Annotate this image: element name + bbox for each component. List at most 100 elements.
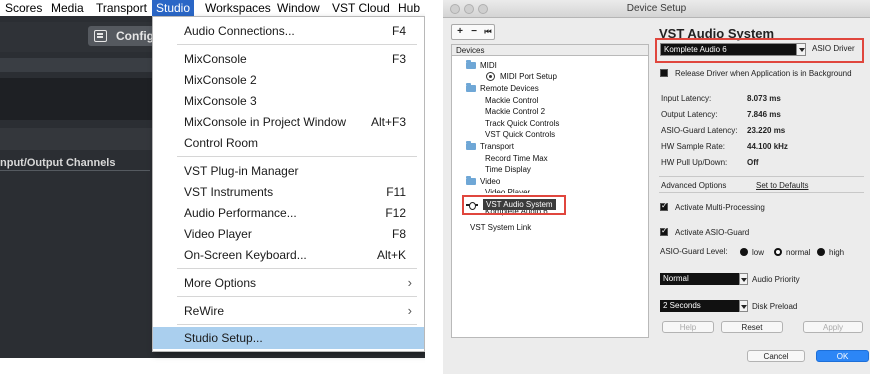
tree-item-midi-port-setup[interactable]: MIDI Port Setup	[486, 71, 557, 82]
tree-item-video-player[interactable]: Video Player	[485, 187, 530, 193]
tree-item-track-quick-controls[interactable]: Track Quick Controls	[485, 118, 559, 129]
tree-item-midi[interactable]: MIDI	[466, 60, 497, 71]
tree-item-vst-system-link[interactable]: VST System Link	[470, 222, 531, 233]
radio-normal[interactable]	[774, 248, 782, 256]
menu-item-shortcut: F12	[385, 206, 406, 220]
tree-item-mackie-control-2[interactable]: Mackie Control 2	[485, 106, 545, 117]
multi-processing-label: Activate Multi-Processing	[675, 203, 765, 212]
menu-scores[interactable]: Scores	[4, 0, 43, 16]
add-device-icon[interactable]: +	[453, 25, 467, 39]
tree-item-remote-devices[interactable]: Remote Devices	[466, 83, 539, 94]
radio-high[interactable]	[817, 248, 825, 256]
divider	[0, 170, 150, 171]
menu-item-label: More Options	[184, 276, 257, 290]
divider	[659, 192, 864, 193]
tree-item-mackie-control[interactable]: Mackie Control	[485, 95, 538, 106]
menu-studio[interactable]: Studio	[152, 0, 195, 16]
tab-advanced-options[interactable]: Advanced Options	[661, 181, 726, 190]
menu-transport[interactable]: Transport	[95, 0, 148, 16]
menu-item-audio-performance[interactable]: Audio Performance... F12	[153, 203, 424, 223]
release-driver-checkbox[interactable]	[660, 69, 668, 77]
submenu-arrow-icon: ›	[407, 303, 412, 318]
disk-preload-select[interactable]: 2 Seconds	[660, 300, 747, 312]
reset-button[interactable]: Reset	[721, 321, 783, 333]
menu-separator	[177, 296, 417, 297]
menu-item-label: ReWire	[184, 304, 225, 318]
audio-priority-select[interactable]: Normal	[660, 273, 747, 285]
chevron-down-icon[interactable]	[739, 273, 748, 285]
menu-hub[interactable]: Hub	[397, 0, 421, 16]
chevron-down-icon[interactable]	[739, 300, 748, 312]
menu-separator	[177, 324, 417, 325]
menu-item-rewire[interactable]: ReWire ›	[153, 301, 424, 321]
tree-item-label: MIDI Port Setup	[500, 72, 557, 81]
info-label: Input Latency:	[661, 94, 712, 103]
menu-bar: Scores Media Transport Studio Workspaces…	[0, 0, 425, 16]
remove-device-icon[interactable]: −	[467, 25, 481, 39]
asio-guard-checkbox[interactable]	[660, 226, 668, 236]
set-to-defaults-link[interactable]: Set to Defaults	[756, 181, 808, 190]
highlight-box	[655, 38, 864, 63]
info-label: HW Pull Up/Down:	[661, 158, 728, 167]
menu-item-mixconsole-2[interactable]: MixConsole 2	[153, 70, 424, 90]
menu-item-label: MixConsole in Project Window	[184, 115, 347, 129]
menu-item-shortcut: F4	[391, 24, 406, 38]
tree-item-time-display[interactable]: Time Display	[485, 164, 531, 175]
page-margin	[0, 358, 425, 374]
menu-separator	[177, 268, 417, 269]
menu-item-mixconsole[interactable]: MixConsole F3	[153, 49, 424, 69]
input-output-channels-label[interactable]: nput/Output Channels	[0, 157, 115, 169]
menu-media[interactable]: Media	[50, 0, 85, 16]
menu-item-audio-connections[interactable]: Audio Connections... F4	[153, 21, 424, 41]
menu-item-more-options[interactable]: More Options ›	[153, 273, 424, 293]
tree-item-vst-quick-controls[interactable]: VST Quick Controls	[485, 129, 555, 140]
hw-sample-rate-value: 44.100 kHz	[747, 142, 788, 151]
menu-item-label: Control Room	[184, 136, 259, 150]
tree-item-video[interactable]: Video	[466, 176, 500, 187]
device-setup-dialog: Device Setup + − ⏮ Devices MIDI MIDI Por…	[443, 0, 870, 374]
menu-workspaces[interactable]: Workspaces	[204, 0, 272, 16]
menu-item-studio-setup[interactable]: Studio Setup...	[153, 327, 424, 349]
tree-item-transport[interactable]: Transport	[466, 141, 514, 152]
disk-preload-label: Disk Preload	[752, 302, 798, 311]
devices-toolbar: + − ⏮	[451, 24, 495, 40]
menu-vst-cloud[interactable]: VST Cloud	[331, 0, 391, 16]
hw-pull-value: Off	[747, 158, 759, 167]
devices-header: Devices	[451, 44, 649, 56]
radio-low-label: low	[752, 248, 765, 257]
radio-normal-label: normal	[786, 248, 811, 257]
menu-item-shortcut: F8	[391, 227, 406, 241]
apply-button[interactable]: Apply	[803, 321, 863, 333]
input-latency-value: 8.073 ms	[747, 94, 781, 103]
dialog-title: Device Setup	[626, 3, 687, 14]
submenu-arrow-icon: ›	[407, 275, 412, 290]
multi-processing-checkbox[interactable]	[660, 201, 668, 211]
info-label: ASIO-Guard Latency:	[661, 126, 738, 135]
menu-item-label: VST Instruments	[184, 185, 274, 199]
menu-item-mixconsole-in-project-window[interactable]: MixConsole in Project Window Alt+F3	[153, 112, 424, 132]
folder-icon	[466, 176, 476, 185]
menu-item-label: MixConsole 2	[184, 73, 257, 87]
menu-item-vst-instruments[interactable]: VST Instruments F11	[153, 182, 424, 202]
configurations-button[interactable]: Configu	[88, 26, 161, 46]
cancel-button[interactable]: Cancel	[747, 350, 805, 362]
menu-item-vst-plugin-manager[interactable]: VST Plug-in Manager	[153, 161, 424, 181]
menu-separator	[177, 44, 417, 45]
menu-item-control-room[interactable]: Control Room	[153, 133, 424, 153]
ok-button[interactable]: OK	[816, 350, 869, 362]
tree-item-record-time-max[interactable]: Record Time Max	[485, 153, 548, 164]
info-label: Output Latency:	[661, 110, 718, 119]
reset-device-icon[interactable]: ⏮	[481, 25, 495, 39]
radio-high-label: high	[829, 248, 845, 257]
help-button[interactable]: Help	[662, 321, 714, 333]
menu-item-video-player[interactable]: Video Player F8	[153, 224, 424, 244]
menu-window[interactable]: Window	[276, 0, 321, 16]
studio-dropdown-menu: Audio Connections... F4 MixConsole F3 Mi…	[152, 16, 425, 352]
menu-item-label: Studio Setup...	[184, 331, 263, 345]
folder-icon	[466, 83, 476, 92]
menu-item-shortcut: F11	[386, 185, 406, 199]
menu-item-mixconsole-3[interactable]: MixConsole 3	[153, 91, 424, 111]
menu-item-label: Audio Connections...	[184, 24, 295, 38]
menu-item-on-screen-keyboard[interactable]: On-Screen Keyboard... Alt+K	[153, 245, 424, 265]
radio-low[interactable]	[740, 248, 748, 256]
